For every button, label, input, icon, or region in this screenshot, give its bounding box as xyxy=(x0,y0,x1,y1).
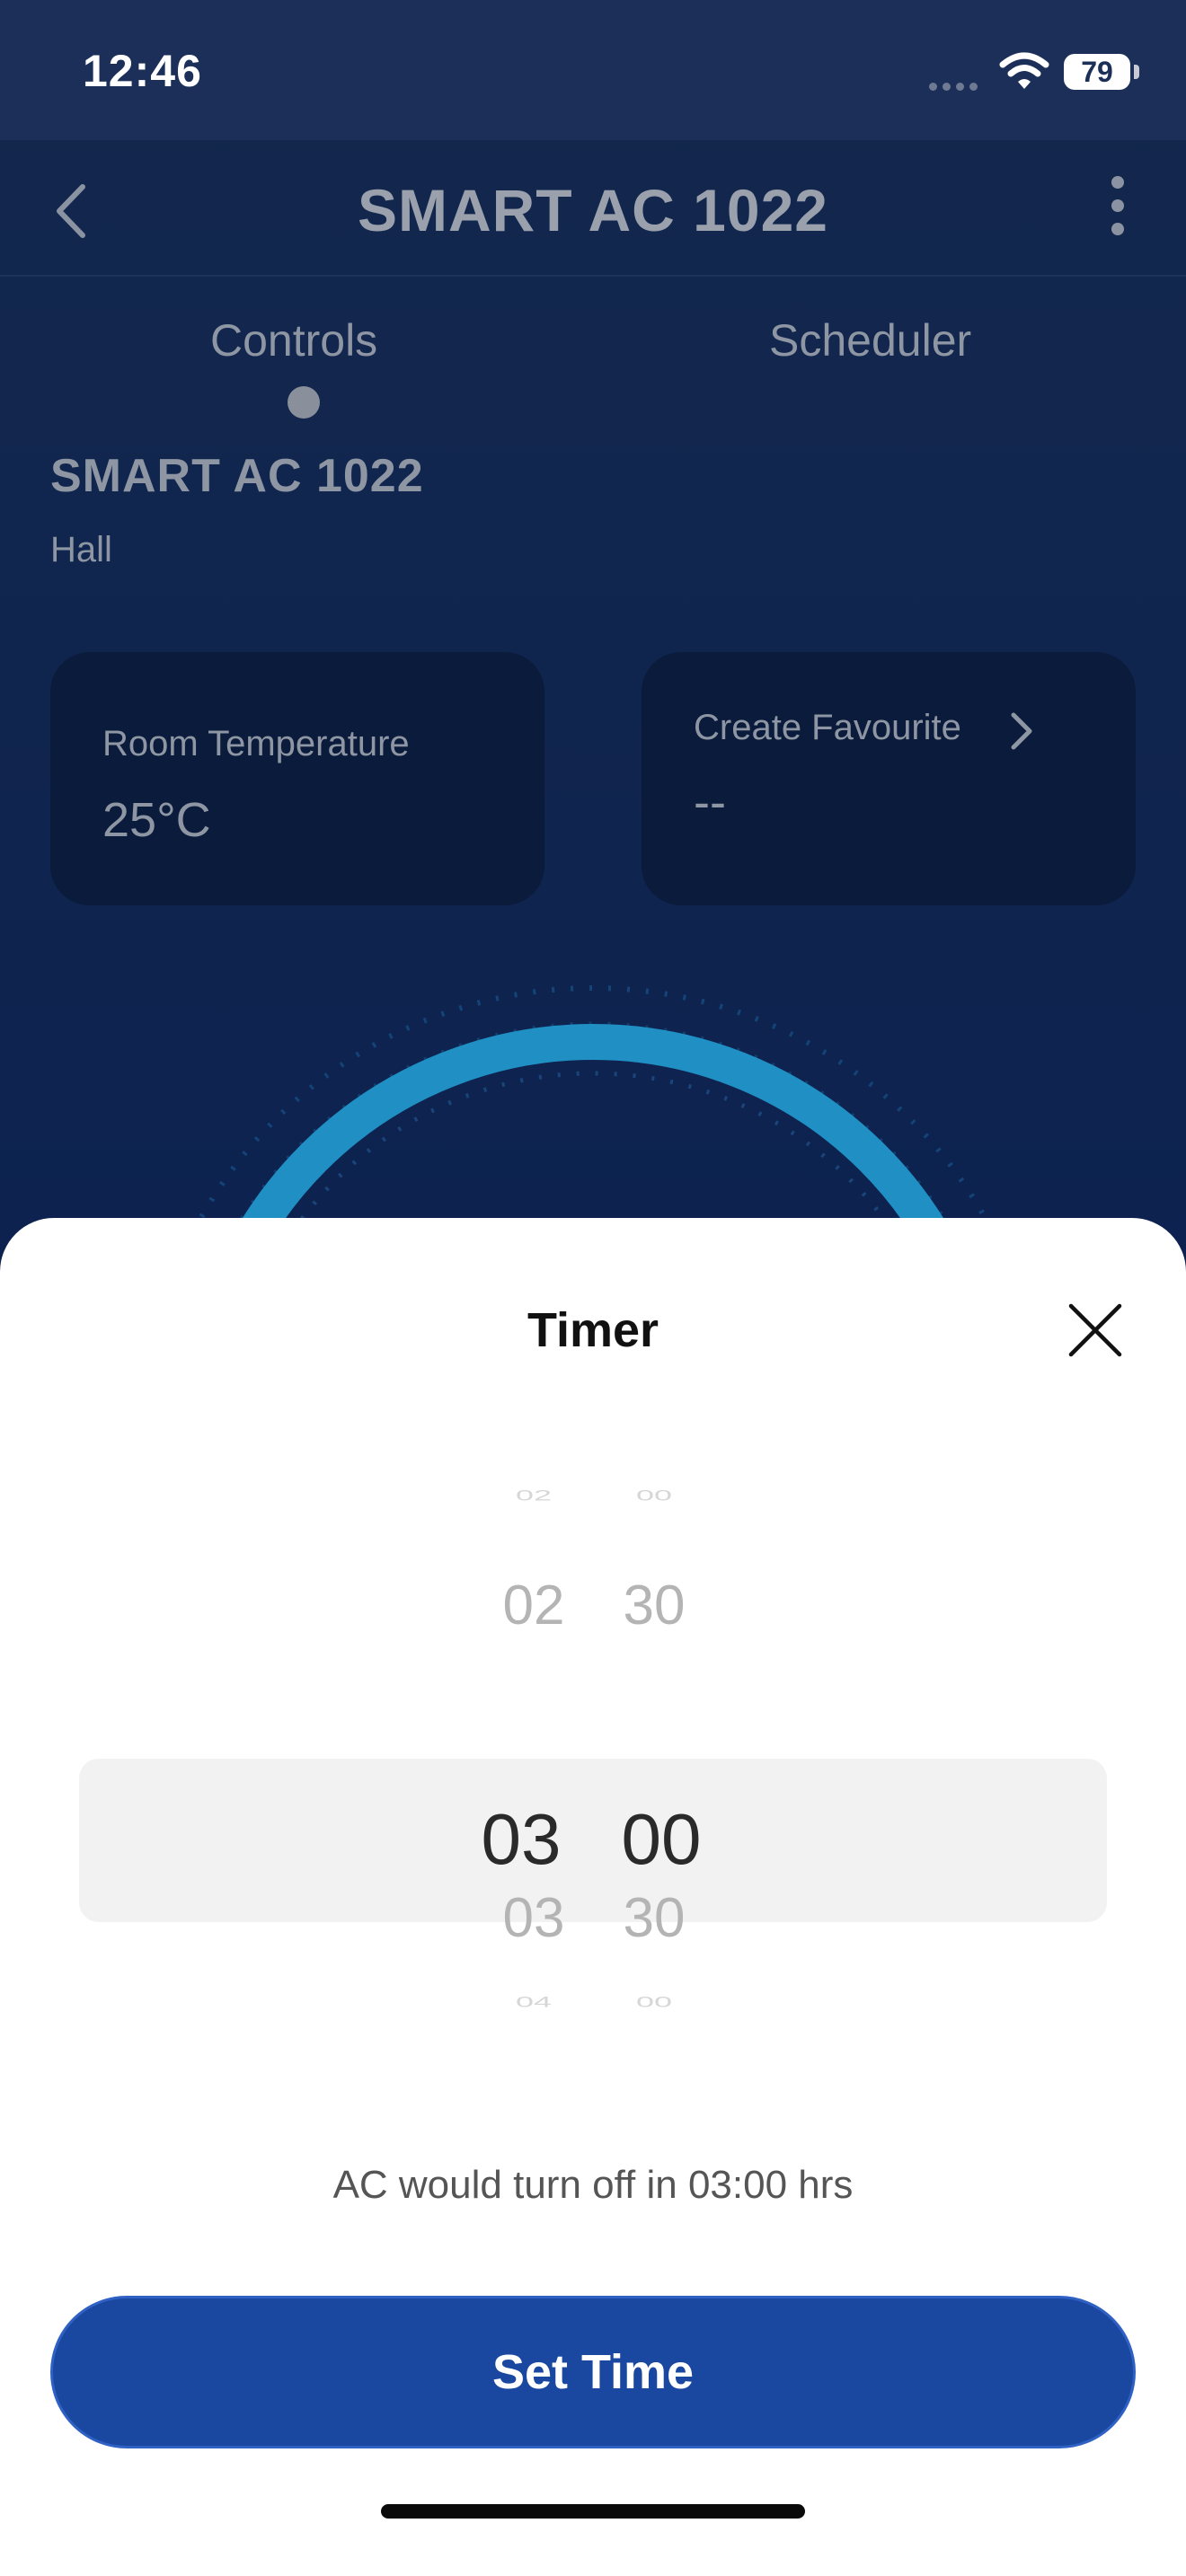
picker-minute-selected: 00 xyxy=(621,1799,702,1879)
close-icon[interactable] xyxy=(1066,1301,1125,1360)
picker-selection-highlight xyxy=(79,1759,1107,1922)
room-temperature-label: Room Temperature xyxy=(102,724,410,763)
timer-bottom-sheet: Timer 02 02 03 03 04 00 30 00 30 00 AC w… xyxy=(0,1218,1186,2576)
battery-cap xyxy=(1134,65,1139,79)
device-room: Hall xyxy=(50,530,112,569)
picker-hour-far-below: 04 xyxy=(515,1993,553,2010)
battery-icon: 79 xyxy=(1064,54,1130,90)
status-bar: 12:46 79 xyxy=(0,0,1186,140)
chevron-right-icon xyxy=(1011,712,1032,750)
create-favourite-card[interactable]: Create Favourite -- xyxy=(642,652,1136,905)
app-screen: 12:46 79 SMART AC 1022 Controls Schedule… xyxy=(0,0,1186,2576)
status-time: 12:46 xyxy=(83,46,202,96)
room-temperature-card: Room Temperature 25°C xyxy=(50,652,544,905)
device-name: SMART AC 1022 xyxy=(50,450,424,502)
more-options-icon[interactable] xyxy=(1100,176,1136,251)
active-tab-indicator xyxy=(288,386,320,419)
set-time-button[interactable]: Set Time xyxy=(50,2296,1136,2448)
page-title: SMART AC 1022 xyxy=(357,177,829,243)
picker-minute-far-above: 00 xyxy=(635,1486,673,1504)
picker-minute-far-below: 00 xyxy=(635,1993,673,2010)
picker-hour-below: 03 xyxy=(502,1887,565,1949)
home-indicator[interactable] xyxy=(381,2504,805,2519)
favourite-value: -- xyxy=(694,775,726,829)
picker-minute-below: 30 xyxy=(623,1887,686,1949)
picker-hour-far-above: 02 xyxy=(515,1486,553,1504)
picker-minute-above: 30 xyxy=(623,1575,686,1636)
picker-hour-above: 02 xyxy=(502,1575,565,1636)
temperature-dial[interactable] xyxy=(0,934,1186,1222)
tab-controls[interactable]: Controls xyxy=(210,314,377,366)
timer-sheet-title: Timer xyxy=(527,1303,659,1357)
timer-summary-text: AC would turn off in 03:00 hrs xyxy=(332,2163,854,2207)
cellular-signal-icon xyxy=(929,79,983,95)
room-temperature-value: 25°C xyxy=(102,793,211,847)
create-favourite-label: Create Favourite xyxy=(694,708,961,747)
wifi-icon xyxy=(999,52,1049,89)
picker-hour-selected: 03 xyxy=(481,1799,562,1879)
tab-scheduler[interactable]: Scheduler xyxy=(769,314,971,366)
header: SMART AC 1022 xyxy=(0,140,1186,277)
battery-level: 79 xyxy=(1081,55,1113,88)
